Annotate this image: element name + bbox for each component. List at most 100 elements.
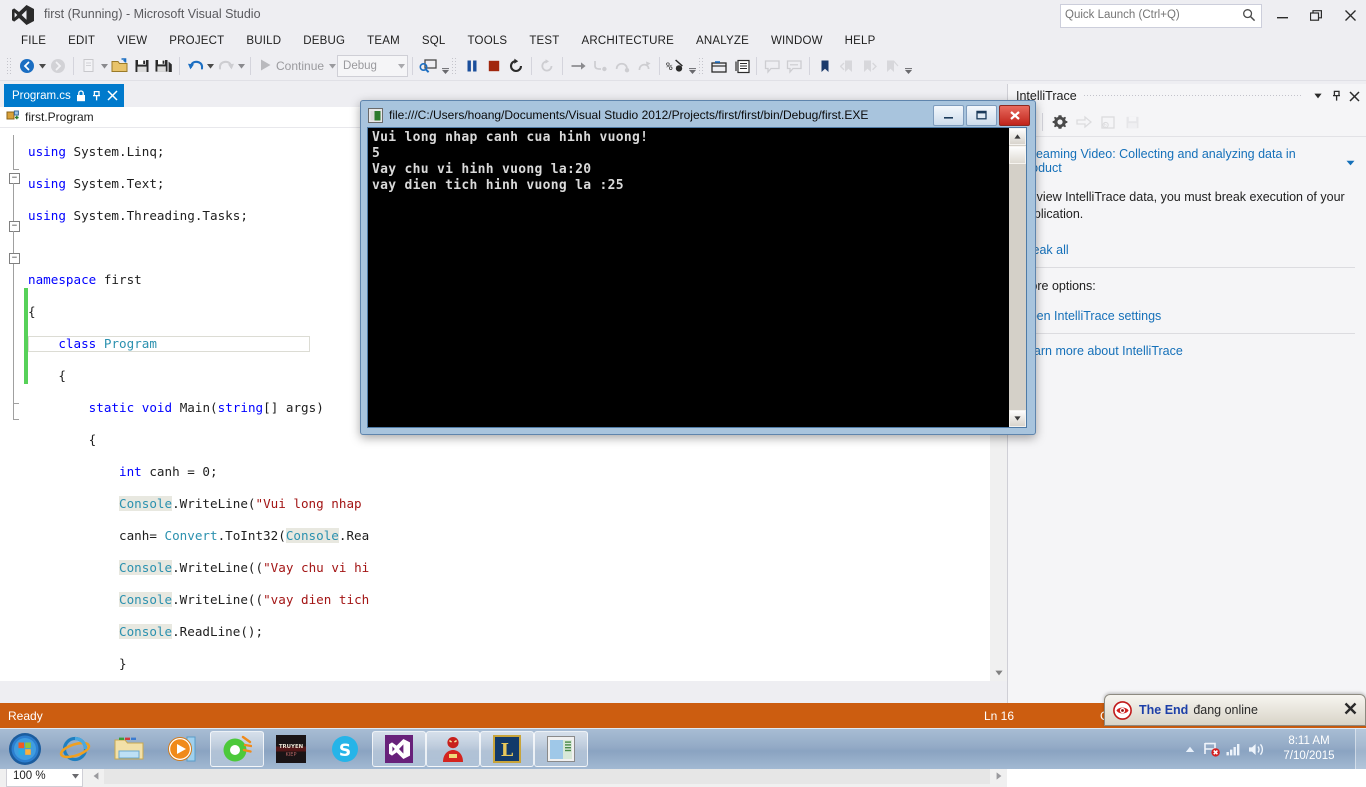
continue-dropdown[interactable] bbox=[328, 55, 337, 77]
search-icon[interactable] bbox=[1242, 8, 1256, 22]
taskbar-item-visual-studio[interactable] bbox=[372, 731, 426, 767]
glyph-margin[interactable] bbox=[0, 128, 24, 681]
taskbar-item-truyen-kiep-game[interactable]: TRUYEN KIEP bbox=[264, 731, 318, 767]
break-all-icon[interactable] bbox=[461, 54, 483, 78]
navigate-back-dropdown[interactable] bbox=[38, 55, 47, 77]
break-all-link[interactable]: Break all bbox=[1020, 243, 1355, 257]
tab-program-cs[interactable]: Program.cs bbox=[4, 84, 124, 107]
toolbar-overflow-icon[interactable] bbox=[902, 54, 914, 78]
menu-project[interactable]: PROJECT bbox=[158, 33, 235, 49]
taskbar-clock[interactable]: 8:11 AM 7/10/2015 bbox=[1267, 734, 1351, 764]
signal-bars-icon[interactable] bbox=[1223, 729, 1245, 769]
scroll-left-icon[interactable] bbox=[87, 768, 104, 785]
panel-drag-handle[interactable] bbox=[1082, 88, 1303, 104]
taskbar-item-file-explorer[interactable] bbox=[102, 731, 156, 767]
fold-toggle-main[interactable]: − bbox=[9, 253, 20, 264]
fold-toggle-class[interactable]: − bbox=[9, 221, 20, 232]
menu-build[interactable]: BUILD bbox=[235, 33, 292, 49]
network-error-icon[interactable] bbox=[1201, 729, 1223, 769]
taskbar-item-skype[interactable]: S bbox=[318, 731, 372, 767]
windows-start-orb-icon[interactable] bbox=[2, 731, 48, 767]
menu-view[interactable]: VIEW bbox=[106, 33, 158, 49]
toggle-bookmark-icon[interactable] bbox=[814, 54, 836, 78]
banner-chevron-down-icon[interactable] bbox=[1346, 155, 1355, 169]
undo-icon[interactable] bbox=[184, 54, 206, 78]
menu-team[interactable]: TEAM bbox=[356, 33, 411, 49]
show-desktop-button[interactable] bbox=[1355, 729, 1366, 769]
taskbar-item-red-character-app[interactable] bbox=[426, 731, 480, 767]
code-text[interactable]: using System.Linq; using System.Text; us… bbox=[28, 128, 369, 681]
next-bookmark-icon[interactable] bbox=[858, 54, 880, 78]
step-out-icon[interactable] bbox=[633, 54, 655, 78]
refresh-windows-app-icon[interactable] bbox=[536, 54, 558, 78]
menu-analyze[interactable]: ANALYZE bbox=[685, 33, 760, 49]
show-next-statement-icon[interactable] bbox=[567, 54, 589, 78]
menu-help[interactable]: HELP bbox=[834, 33, 887, 49]
panel-dropdown-icon[interactable] bbox=[1309, 86, 1327, 106]
taskbar-item-league-of-legends[interactable]: L bbox=[480, 731, 534, 767]
new-item-icon[interactable] bbox=[78, 54, 100, 78]
streaming-video-link[interactable]: Streaming Video: Collecting and analyzin… bbox=[1020, 147, 1340, 175]
online-status-toast[interactable]: The End đang online bbox=[1104, 694, 1366, 726]
stop-debugging-icon[interactable] bbox=[483, 54, 505, 78]
close-button[interactable] bbox=[1336, 5, 1364, 25]
menu-edit[interactable]: EDIT bbox=[57, 33, 106, 49]
console-scroll-thumb[interactable] bbox=[1009, 146, 1026, 164]
redo-icon[interactable] bbox=[215, 54, 237, 78]
menu-debug[interactable]: DEBUG bbox=[292, 33, 356, 49]
navigate-icon[interactable] bbox=[1073, 110, 1095, 134]
editor-horizontal-scrollbar[interactable] bbox=[87, 767, 1007, 785]
navigate-forward-icon[interactable] bbox=[47, 54, 69, 78]
hexadecimal-display-icon[interactable]: % bbox=[664, 54, 686, 78]
new-item-dropdown[interactable] bbox=[100, 55, 109, 77]
clear-bookmarks-icon[interactable] bbox=[880, 54, 902, 78]
uncomment-selection-icon[interactable] bbox=[783, 54, 805, 78]
step-into-icon[interactable] bbox=[589, 54, 611, 78]
menu-file[interactable]: FILE bbox=[10, 33, 57, 49]
maximize-button[interactable] bbox=[1302, 5, 1330, 25]
show-hidden-icons-icon[interactable] bbox=[1179, 729, 1201, 769]
open-intellitrace-settings-link[interactable]: Open IntelliTrace settings bbox=[1020, 309, 1355, 323]
console-client-area[interactable]: Vui long nhap canh cua hinh vuong! 5 Vay… bbox=[367, 127, 1027, 428]
taskbar-item-windows-media-player[interactable] bbox=[156, 731, 210, 767]
fold-toggle-namespace[interactable]: − bbox=[9, 173, 20, 184]
taskbar-item-console-window[interactable] bbox=[534, 731, 588, 767]
open-recording-icon[interactable]: 6 bbox=[1097, 110, 1119, 134]
toolbar-grip[interactable] bbox=[698, 57, 706, 75]
toolbar-grip[interactable] bbox=[451, 57, 459, 75]
restart-icon[interactable] bbox=[505, 54, 527, 78]
console-minimize-button[interactable] bbox=[933, 104, 964, 126]
continue-button[interactable]: Continue bbox=[255, 58, 328, 75]
panel-pin-icon[interactable] bbox=[1327, 86, 1345, 106]
gear-icon[interactable] bbox=[1049, 110, 1071, 134]
streaming-video-row[interactable]: Streaming Video: Collecting and analyzin… bbox=[1020, 147, 1355, 177]
console-scroll-down-icon[interactable] bbox=[1009, 410, 1026, 427]
menu-architecture[interactable]: ARCHITECTURE bbox=[571, 33, 686, 49]
taskbar-item-internet-explorer[interactable] bbox=[48, 731, 102, 767]
debug-overflow-icon[interactable] bbox=[686, 54, 698, 78]
undo-dropdown[interactable] bbox=[206, 55, 215, 77]
menu-test[interactable]: TEST bbox=[518, 33, 570, 49]
scroll-right-icon[interactable] bbox=[990, 768, 1007, 785]
editor-hscroll-thumb[interactable] bbox=[104, 768, 990, 784]
quick-launch-box[interactable] bbox=[1060, 4, 1262, 28]
menu-tools[interactable]: TOOLS bbox=[457, 33, 519, 49]
open-file-icon[interactable] bbox=[109, 54, 131, 78]
tab-close-icon[interactable] bbox=[107, 90, 118, 101]
menu-sql[interactable]: SQL bbox=[411, 33, 457, 49]
redo-dropdown[interactable] bbox=[237, 55, 246, 77]
minimize-button[interactable] bbox=[1268, 5, 1296, 25]
threads-window-icon[interactable] bbox=[708, 54, 730, 78]
scroll-down-icon[interactable] bbox=[990, 664, 1007, 681]
comment-selection-icon[interactable] bbox=[761, 54, 783, 78]
console-scroll-up-icon[interactable] bbox=[1009, 128, 1026, 145]
volume-icon[interactable] bbox=[1245, 729, 1267, 769]
console-scrollbar[interactable] bbox=[1009, 128, 1026, 427]
console-close-button[interactable] bbox=[999, 104, 1030, 126]
taskbar-item-green-app[interactable] bbox=[210, 731, 264, 767]
console-window[interactable]: file:///C:/Users/hoang/Documents/Visual … bbox=[360, 100, 1036, 435]
panel-close-icon[interactable] bbox=[1345, 86, 1363, 106]
quick-launch-input[interactable] bbox=[1061, 5, 1237, 25]
save-all-icon[interactable] bbox=[153, 54, 175, 78]
attach-to-process-icon[interactable] bbox=[417, 54, 439, 78]
